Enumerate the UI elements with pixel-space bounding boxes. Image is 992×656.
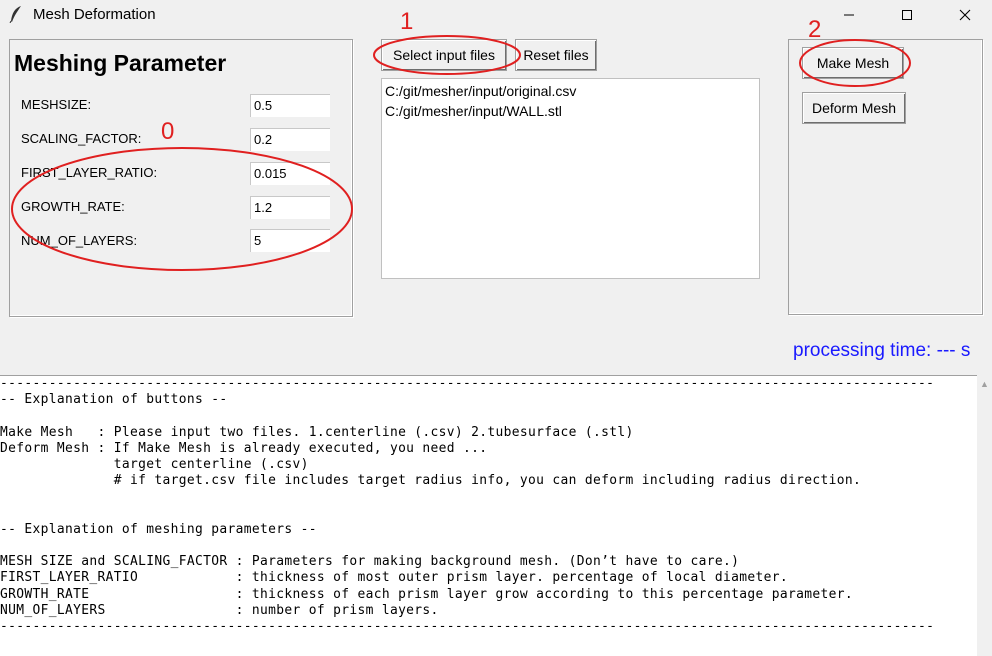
close-button[interactable] [936, 0, 992, 30]
annotation-number-0: 0 [161, 118, 175, 145]
scaling-factor-label: SCALING_FACTOR: [21, 131, 142, 146]
make-mesh-button[interactable]: Make Mesh [802, 47, 904, 79]
list-item[interactable]: C:/git/mesher/input/WALL.stl [385, 101, 756, 121]
explanation-text: ----------------------------------------… [0, 376, 935, 635]
list-item[interactable]: C:/git/mesher/input/original.csv [385, 81, 756, 101]
scroll-up-arrow-icon[interactable]: ▲ [977, 375, 992, 392]
maximize-icon [902, 10, 912, 20]
meshsize-field[interactable]: 0.5 [250, 94, 330, 117]
deform-mesh-button[interactable]: Deform Mesh [802, 92, 906, 124]
annotation-number-2: 2 [808, 16, 822, 43]
minimize-button[interactable] [820, 0, 878, 30]
window-title: Mesh Deformation [33, 6, 156, 23]
growth-rate-label: GROWTH_RATE: [21, 199, 125, 214]
num-of-layers-field[interactable]: 5 [250, 229, 330, 252]
feather-icon [9, 5, 23, 24]
vertical-scrollbar[interactable]: ▲ [977, 375, 992, 656]
growth-rate-field[interactable]: 1.2 [250, 196, 330, 219]
num-of-layers-label: NUM_OF_LAYERS: [21, 233, 138, 248]
reset-files-button[interactable]: Reset files [515, 39, 597, 71]
panel-heading: Meshing Parameter [14, 50, 227, 76]
close-icon [959, 9, 971, 21]
input-file-list[interactable]: C:/git/mesher/input/original.csv C:/git/… [381, 78, 760, 279]
processing-time-label: processing time: --- s [793, 340, 971, 361]
action-panel [788, 39, 983, 315]
first-layer-ratio-label: FIRST_LAYER_RATIO: [21, 165, 158, 180]
explanation-text-area[interactable]: ----------------------------------------… [0, 375, 977, 656]
select-input-files-button[interactable]: Select input files [381, 39, 507, 71]
first-layer-ratio-field[interactable]: 0.015 [250, 162, 330, 185]
maximize-button[interactable] [878, 0, 936, 30]
scaling-factor-field[interactable]: 0.2 [250, 128, 330, 151]
minimize-icon [844, 14, 854, 16]
meshsize-label: MESHSIZE: [21, 97, 92, 112]
annotation-number-1: 1 [400, 8, 414, 35]
